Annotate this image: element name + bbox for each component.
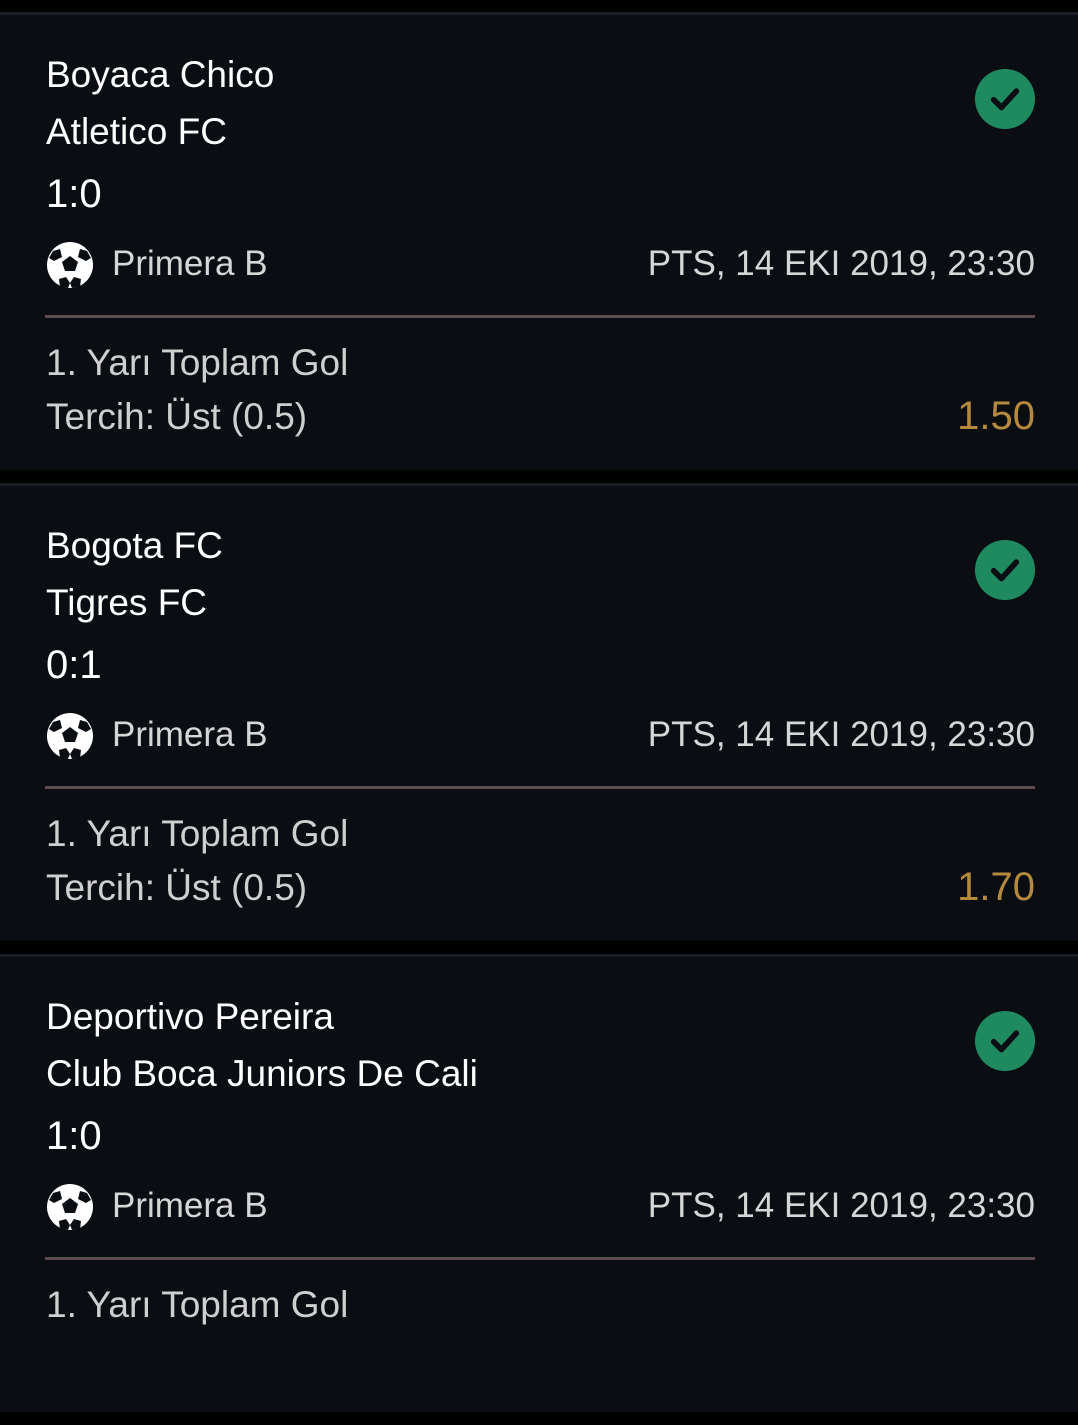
check-circle-icon xyxy=(975,540,1035,600)
match-datetime: PTS, 14 EKI 2019, 23:30 xyxy=(647,715,1035,754)
divider xyxy=(45,786,1035,789)
league-name: Primera B xyxy=(112,715,268,754)
market-name: 1. Yarı Toplam Gol xyxy=(46,813,349,854)
away-team: Tigres FC xyxy=(46,582,208,623)
odds-value: 1.50 xyxy=(957,394,1035,438)
bet-card[interactable]: Bogota FC Tigres FC 0:1 Primera B PTS, 1… xyxy=(0,483,1078,941)
odds-value: 1.70 xyxy=(957,865,1035,909)
match-score: 0:1 xyxy=(46,643,102,687)
match-meta: Primera B PTS, 14 EKI 2019, 23:30 xyxy=(46,239,1035,289)
match-datetime: PTS, 14 EKI 2019, 23:30 xyxy=(647,1186,1035,1225)
market-name: 1. Yarı Toplam Gol xyxy=(46,342,349,383)
league-name: Primera B xyxy=(112,1186,268,1225)
match-datetime: PTS, 14 EKI 2019, 23:30 xyxy=(647,244,1035,283)
pick-selection: Tercih: Üst (0.5) xyxy=(46,867,308,908)
market-name: 1. Yarı Toplam Gol xyxy=(46,1284,349,1325)
away-team: Atletico FC xyxy=(46,111,227,152)
home-team: Boyaca Chico xyxy=(46,54,275,95)
divider xyxy=(45,315,1035,318)
check-circle-icon xyxy=(975,1011,1035,1071)
away-team: Club Boca Juniors De Cali xyxy=(46,1053,478,1094)
match-score: 1:0 xyxy=(46,1114,102,1158)
match-score: 1:0 xyxy=(46,172,102,216)
home-team: Deportivo Pereira xyxy=(46,996,334,1037)
home-team: Bogota FC xyxy=(46,525,223,566)
match-meta: Primera B PTS, 14 EKI 2019, 23:30 xyxy=(46,710,1035,760)
match-meta: Primera B PTS, 14 EKI 2019, 23:30 xyxy=(46,1181,1035,1231)
bet-card[interactable]: Deportivo Pereira Club Boca Juniors De C… xyxy=(0,954,1078,1412)
soccer-ball-icon xyxy=(47,242,93,288)
bet-list: Boyaca Chico Atletico FC 1:0 Primera B P… xyxy=(0,12,1078,1425)
bet-card[interactable]: Boyaca Chico Atletico FC 1:0 Primera B P… xyxy=(0,12,1078,470)
check-circle-icon xyxy=(975,69,1035,129)
divider xyxy=(45,1257,1035,1260)
soccer-ball-icon xyxy=(47,713,93,759)
pick-selection: Tercih: Üst (0.5) xyxy=(46,396,308,437)
league-name: Primera B xyxy=(112,244,268,283)
soccer-ball-icon xyxy=(47,1184,93,1230)
